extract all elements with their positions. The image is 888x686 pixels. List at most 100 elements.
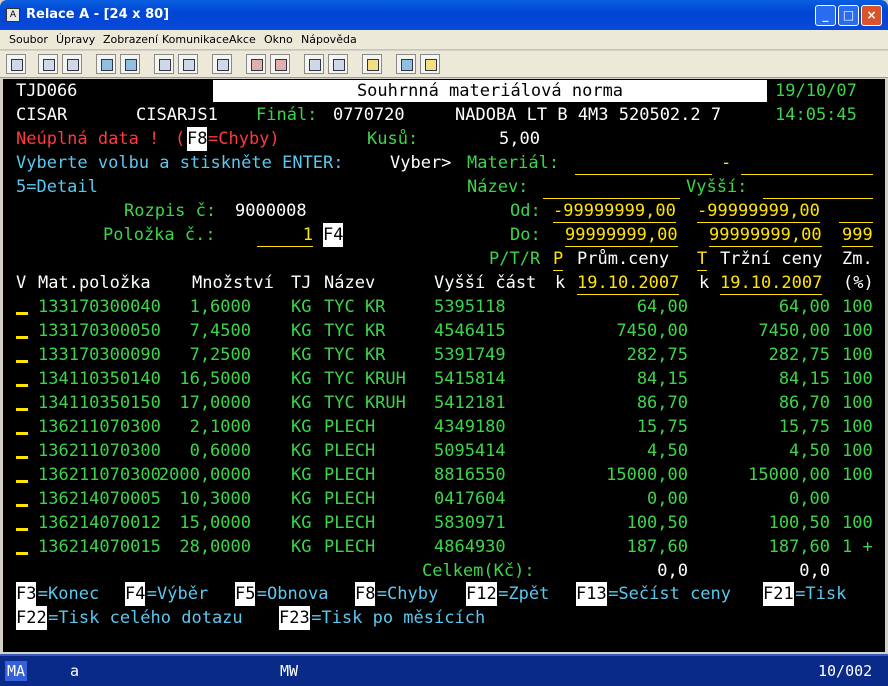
- menu-napoveda[interactable]: Nápověda: [301, 33, 357, 46]
- table-cell-qty: 7,4500: [189, 321, 251, 341]
- row-option-input[interactable]: [16, 480, 28, 483]
- paste-icon[interactable]: [62, 54, 82, 74]
- close-icon[interactable]: ×: [861, 5, 882, 26]
- row-option-input[interactable]: [16, 552, 28, 555]
- fkey-f5[interactable]: F5: [235, 582, 256, 606]
- price-p-input[interactable]: P: [553, 247, 564, 271]
- menu-okno[interactable]: Okno: [264, 33, 293, 46]
- table-cell-avg: 86,70: [636, 393, 688, 413]
- market-date-input[interactable]: 19.10.2007: [720, 271, 823, 295]
- table-cell-name: PLECH: [324, 489, 376, 509]
- price-t-input[interactable]: T: [697, 247, 708, 271]
- help-icon[interactable]: [420, 54, 440, 74]
- table-cell-tj: KG: [291, 441, 312, 461]
- play-macro-icon[interactable]: [304, 54, 324, 74]
- ptr-label: P/T/R: [489, 249, 541, 269]
- table-cell-qty: 10,3000: [179, 489, 251, 509]
- row-option-input[interactable]: [16, 360, 28, 363]
- fkey-f23[interactable]: F23: [279, 606, 310, 630]
- app-icon: A: [6, 8, 20, 22]
- row-option-input[interactable]: [16, 312, 28, 315]
- col-pct: (%): [843, 273, 874, 293]
- material-from-input[interactable]: [575, 151, 712, 175]
- table-cell-tj: KG: [291, 369, 312, 389]
- material-to-input[interactable]: [741, 151, 873, 175]
- menu-akce[interactable]: Akce: [229, 33, 256, 46]
- higher-input[interactable]: [763, 175, 873, 199]
- table-cell-name: PLECH: [324, 441, 376, 461]
- to-input-3[interactable]: 999: [842, 223, 873, 247]
- menu-soubor[interactable]: Soubor: [9, 33, 48, 46]
- maximize-icon[interactable]: □: [838, 5, 859, 26]
- row-option-input[interactable]: [16, 432, 28, 435]
- row-option-input[interactable]: [16, 504, 28, 507]
- table-cell-market: 15,75: [778, 417, 830, 437]
- fkey-f22[interactable]: F22: [16, 606, 47, 630]
- from-input-1[interactable]: -99999999,00: [553, 199, 676, 223]
- minimize-icon[interactable]: _: [815, 5, 836, 26]
- table-cell-market: 100,50: [768, 513, 830, 533]
- fkey-f21[interactable]: F21: [763, 582, 794, 606]
- table-cell-avg: 187,60: [626, 537, 688, 557]
- item-input[interactable]: 1: [257, 223, 313, 247]
- table-cell-market: 84,15: [778, 369, 830, 389]
- fkey-f3[interactable]: F3: [16, 582, 37, 606]
- item-prompt-key[interactable]: F4: [323, 223, 344, 247]
- keyboard-icon[interactable]: [178, 54, 198, 74]
- row-option-input[interactable]: [16, 456, 28, 459]
- record-macro-icon[interactable]: [246, 54, 266, 74]
- col-k2: k: [699, 273, 710, 293]
- name-input[interactable]: [543, 175, 680, 199]
- table-cell-market: 7450,00: [758, 321, 830, 341]
- fkey-f21-label: =Tisk: [795, 584, 847, 604]
- total-label: Celkem(Kč):: [422, 561, 535, 581]
- error-key[interactable]: F8: [187, 127, 208, 151]
- table-cell-tj: KG: [291, 345, 312, 365]
- row-option-input[interactable]: [16, 336, 28, 339]
- final-value: 0770720: [333, 105, 405, 125]
- globe-icon[interactable]: [396, 54, 416, 74]
- row-option-input[interactable]: [16, 384, 28, 387]
- fkey-f8[interactable]: F8: [355, 582, 376, 606]
- col-qty: Množství: [192, 273, 274, 293]
- send-icon[interactable]: [96, 54, 116, 74]
- menu-zobrazeni[interactable]: Zobrazení: [103, 33, 158, 46]
- table-cell-zm: 100: [842, 417, 873, 437]
- pieces-label: Kusů:: [367, 129, 419, 149]
- table-cell-name: TYC KR: [324, 345, 386, 365]
- from-input-2[interactable]: -99999999,00: [697, 199, 820, 223]
- material-dash: -: [721, 153, 732, 173]
- fkey-f4-label: =Výběr: [146, 584, 209, 604]
- fkey-f13[interactable]: F13: [576, 582, 607, 606]
- table-cell-higher: 4349180: [434, 417, 506, 437]
- print-screen-icon[interactable]: [6, 54, 26, 74]
- item-label: Položka č.:: [103, 225, 216, 245]
- fkey-f4[interactable]: F4: [125, 582, 146, 606]
- copy-icon[interactable]: [38, 54, 58, 74]
- from-input-3[interactable]: [839, 199, 873, 223]
- monitor-icon[interactable]: [212, 54, 232, 74]
- menu-upravy[interactable]: Úpravy: [56, 33, 95, 46]
- to-input-1[interactable]: 99999999,00: [565, 223, 678, 247]
- clipboard-icon[interactable]: [362, 54, 382, 74]
- receive-icon[interactable]: [120, 54, 140, 74]
- display-icon[interactable]: [154, 54, 174, 74]
- to-input-2[interactable]: 99999999,00: [709, 223, 822, 247]
- stop-macro-icon[interactable]: [270, 54, 290, 74]
- error-paren: (: [175, 129, 186, 149]
- table-cell-qty: 0,6000: [189, 441, 251, 461]
- macro-icon[interactable]: [328, 54, 348, 74]
- terminal-screen[interactable]: TJD066 Souhrnná materiálová norma 19/10/…: [3, 79, 885, 652]
- program-id: TJD066: [16, 81, 78, 101]
- table-cell-name: TYC KR: [324, 321, 386, 341]
- fkey-f12-label: =Zpět: [498, 584, 550, 604]
- table-cell-market: 0,00: [789, 489, 830, 509]
- table-cell-item: 133170300040: [38, 297, 161, 317]
- select-label: Vyber>: [390, 153, 452, 173]
- row-option-input[interactable]: [16, 408, 28, 411]
- fkey-f12[interactable]: F12: [466, 582, 497, 606]
- avg-date-input[interactable]: 19.10.2007: [577, 271, 680, 295]
- toolbar: [0, 51, 888, 78]
- row-option-input[interactable]: [16, 528, 28, 531]
- menu-komunikace[interactable]: Komunikace: [162, 33, 229, 46]
